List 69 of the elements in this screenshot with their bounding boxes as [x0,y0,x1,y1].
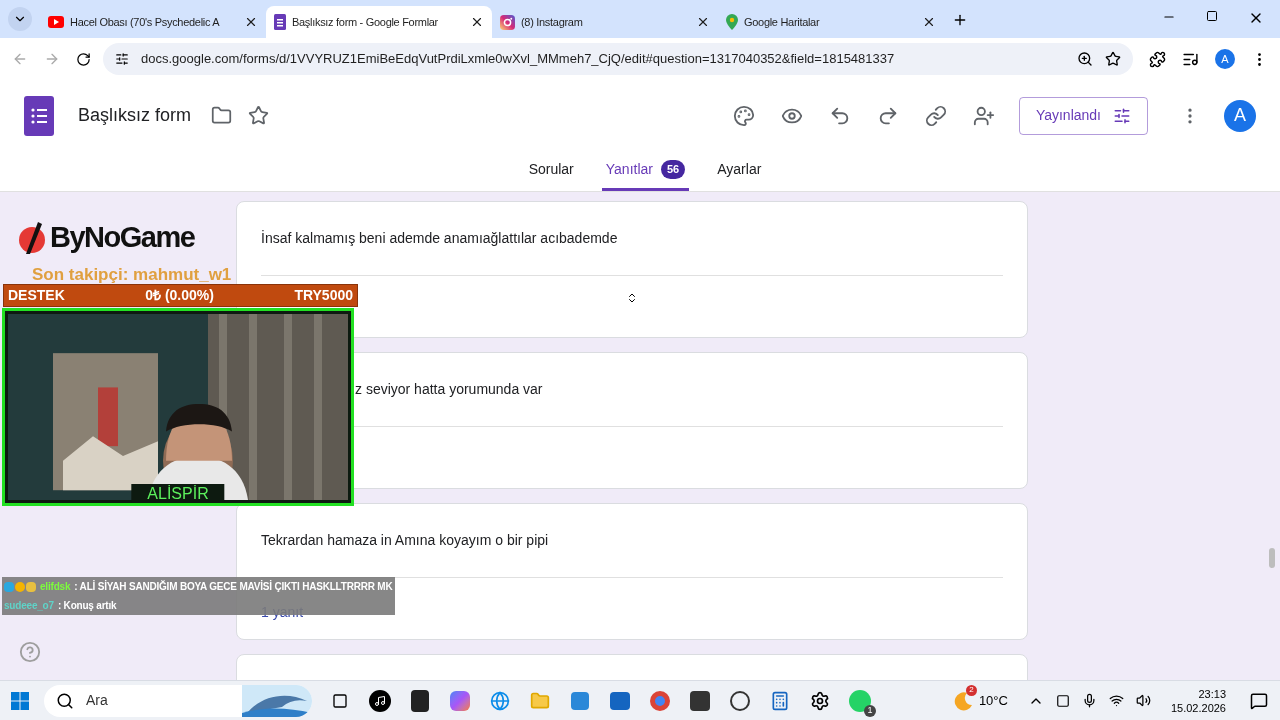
count-badge: 56 [661,160,686,179]
form-title[interactable]: Başlıksız form [78,102,192,129]
donation-label: DESTEK [8,286,65,305]
close-icon[interactable] [244,15,258,29]
video-icon [48,16,64,28]
chat-username: elifdsk [40,580,71,594]
search-icon [56,691,74,710]
forms-logo-icon [24,95,54,136]
response-text: İnsaf kalmamış beni ademde anamıağlattılar acıbademde [261,229,619,248]
brand-logo-icon [18,219,46,256]
last-follower-text: Son takipçi: mahmut_w1 [32,264,232,286]
form-icon [274,14,286,30]
publish-button[interactable]: Yayınlandı [1018,96,1148,135]
sort-icon[interactable] [626,292,638,304]
add-collaborator-icon[interactable] [972,104,995,127]
microphone-icon[interactable] [1081,693,1097,708]
profile-avatar[interactable]: A [1215,49,1235,69]
map-pin-icon [726,14,738,30]
tab-list-button[interactable] [8,7,32,31]
clock-date[interactable]: 15.02.2026 [1170,700,1226,715]
taskbar-search-field[interactable]: Ara [44,684,312,717]
browser-tab[interactable]: (8) Instagram [492,6,718,38]
streamer-name-tag: ALİSPİR [131,484,225,503]
response-text: z seviyor hatta yorumunda var [354,380,544,399]
browser-tab[interactable]: Hacel Obası (70's Psychedelic A [40,6,266,38]
site-settings-icon[interactable] [115,52,129,66]
reload-icon[interactable] [76,51,91,67]
close-icon[interactable] [696,15,710,29]
search-placeholder: Ara [86,691,109,710]
address-field[interactable]: docs.google.com/forms/d/1VVYRUZ1EmiBeEdqVutPrdiLxmle0wXvl_MMmeh7_CjQ/edit#question=1317040352&field=1815481337 [103,43,1133,75]
dolphin-drawing [242,684,312,717]
form-tab[interactable]: Sorular [524,151,578,191]
response-text: Tekrardan hamaza in Amına koyayım o bir pipi [261,531,550,550]
network-icon[interactable] [1108,693,1124,708]
tab-title: Başlıksız form - Google Formlar [292,14,439,30]
new-tab-icon[interactable] [952,12,968,28]
chat-text: : Konuş artık [57,599,117,613]
scrollbar-thumb[interactable] [1269,548,1275,568]
account-avatar[interactable]: A [1224,99,1256,132]
form-tab[interactable]: Yanıtlar 56 [601,151,690,191]
donation-amount: 0₺ (0.00%) [145,286,214,305]
tab-title: Hacel Obası (70's Psychedelic A [70,14,221,30]
tab-title: Google Haritalar [744,14,821,30]
close-icon[interactable] [922,15,936,29]
temperature-text[interactable]: 10°C [978,690,1008,711]
form-tab[interactable]: Ayarlar [713,151,766,191]
notifications-icon[interactable] [1250,691,1268,710]
palette-icon[interactable] [732,104,755,127]
weather-moon-icon [952,690,973,711]
close-icon[interactable] [470,15,484,29]
sponsor-name: ByNoGame [50,220,195,255]
browser-tab[interactable]: Başlıksız form - Google Formlar [266,6,492,38]
zoom-icon[interactable] [1077,51,1093,67]
sliders-icon [1113,106,1131,125]
chat-username: sudeee_o7 [4,599,54,613]
clock-time[interactable]: 23:13 [1198,686,1226,701]
notification-badge: 2 [965,684,977,696]
link-icon[interactable] [924,104,947,127]
browser-tab[interactable]: Google Haritalar [718,6,944,38]
tab-title: (8) Instagram [521,14,584,30]
donation-goal: TRY5000 [294,286,353,305]
extensions-icon[interactable] [1149,50,1166,68]
star-icon[interactable] [248,105,270,126]
url-text: docs.google.com/forms/d/1VVYRUZ1EmiBeEdqVutPrdiLxmle0wXvl_MMmeh7_CjQ/edit#question=1317040352&field=1815481337 [141,50,896,69]
folder-icon[interactable] [211,105,233,126]
volume-icon[interactable] [1135,693,1151,708]
chat-text: : ALİ SİYAH SANDIĞIM BOYA GECE MAVİSİ ÇIKTI HASKLLTRRRR MK [74,579,393,594]
star-icon[interactable] [1105,51,1121,67]
restore-icon[interactable] [1206,10,1218,22]
